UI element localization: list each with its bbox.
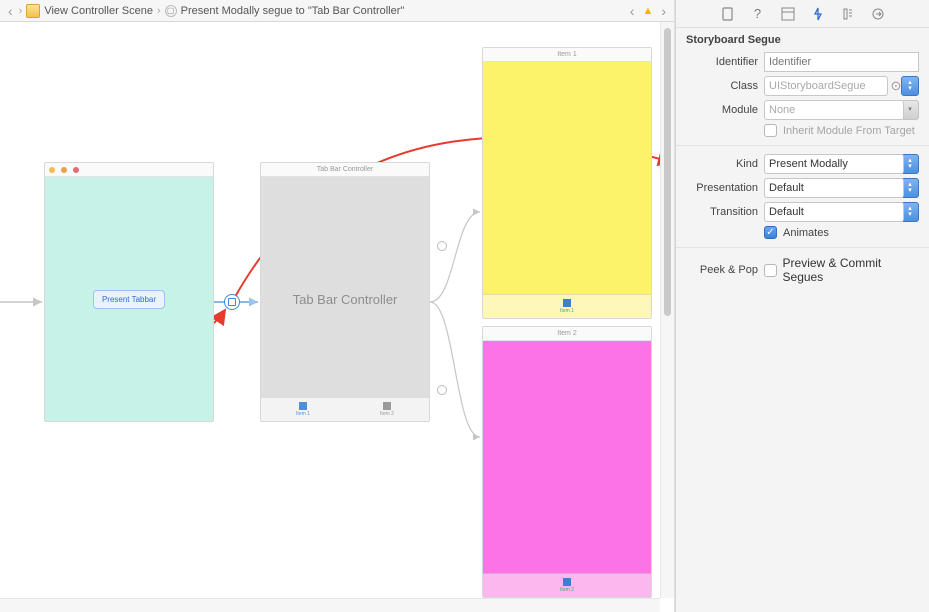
class-label: Class	[686, 80, 758, 92]
preview-commit-label: Preview & Commit Segues	[783, 256, 919, 284]
item2-tabbar: Item 2	[483, 573, 651, 597]
tbc-header: Tab Bar Controller	[261, 163, 429, 177]
scene-view-controller[interactable]: Present Tabbar	[44, 162, 214, 422]
tbc-tabbar: Item 1 Item 2	[261, 397, 429, 421]
presentation-label: Presentation	[686, 182, 758, 194]
back-icon[interactable]: ‹	[6, 3, 15, 19]
item2-header: Item 2	[483, 327, 651, 341]
segue-icon: ▢	[165, 5, 177, 17]
identifier-input[interactable]	[764, 52, 919, 72]
canvas-horizontal-scrollbar[interactable]	[0, 598, 660, 612]
relationship-knob-1[interactable]	[437, 241, 447, 251]
transition-select[interactable]: Default	[764, 202, 904, 222]
jump-bar: ‹ › View Controller Scene › ▢ Present Mo…	[0, 0, 674, 22]
storyboard-icon	[26, 4, 40, 18]
attributes-inspector-icon[interactable]	[810, 6, 826, 22]
scene-item-1[interactable]: Item 1 Item 1	[482, 47, 652, 319]
tbc-tab-2: Item 2	[345, 398, 429, 421]
segue-knob[interactable]	[224, 294, 240, 310]
item1-header: Item 1	[483, 48, 651, 62]
item1-content	[483, 62, 651, 294]
tbc-body-label: Tab Bar Controller	[293, 292, 398, 307]
identifier-label: Identifier	[686, 56, 758, 68]
present-tabbar-button[interactable]: Present Tabbar	[93, 290, 165, 309]
scene-header	[45, 163, 213, 177]
presentation-select[interactable]: Default	[764, 178, 904, 198]
peekpop-label: Peek & Pop	[686, 264, 758, 276]
animates-checkbox[interactable]: ✓	[764, 226, 777, 239]
connections-inspector-icon[interactable]	[870, 6, 886, 22]
scene-tab-bar-controller[interactable]: Tab Bar Controller Tab Bar Controller It…	[260, 162, 430, 422]
section-title: Storyboard Segue	[676, 28, 929, 50]
kind-select[interactable]: Present Modally	[764, 154, 904, 174]
class-dropdown-icon[interactable]: ▴▾	[901, 76, 919, 96]
first-responder-icon	[61, 167, 67, 173]
preview-commit-checkbox[interactable]	[764, 264, 777, 277]
class-select[interactable]: UIStoryboardSegue	[764, 76, 888, 96]
animates-label: Animates	[783, 227, 829, 239]
inspector-tab-bar: ?	[676, 0, 929, 28]
kind-label: Kind	[686, 158, 758, 170]
canvas-pane: ‹ › View Controller Scene › ▢ Present Mo…	[0, 0, 675, 612]
prev-issue-icon[interactable]: ‹	[628, 3, 637, 19]
item1-tabbar: Item 1	[483, 294, 651, 318]
transition-label: Transition	[686, 206, 758, 218]
scene-icon	[49, 167, 55, 173]
size-inspector-icon[interactable]	[840, 6, 856, 22]
inspector-panel: ? Storyboard Segue Identifier Class UISt…	[675, 0, 929, 612]
module-select[interactable]: None	[764, 100, 904, 120]
relationship-knob-2[interactable]	[437, 385, 447, 395]
jumpbar-scene[interactable]: View Controller Scene	[44, 5, 153, 17]
canvas-vertical-scrollbar[interactable]	[660, 22, 674, 598]
help-inspector-icon[interactable]: ?	[750, 6, 766, 22]
storyboard-canvas[interactable]: Present Tabbar Tab Bar Controller Tab Ba…	[0, 22, 674, 612]
exit-icon	[73, 167, 79, 173]
module-label: Module	[686, 104, 758, 116]
tbc-tab-1: Item 1	[261, 398, 345, 421]
file-inspector-icon[interactable]	[720, 6, 736, 22]
inherit-module-checkbox[interactable]	[764, 124, 777, 137]
inspector-body: Storyboard Segue Identifier Class UIStor…	[676, 28, 929, 612]
inherit-module-label: Inherit Module From Target	[783, 125, 915, 137]
scene-item-2[interactable]: Item 2 Item 2	[482, 326, 652, 598]
warning-icon[interactable]: ▲	[642, 5, 653, 17]
next-issue-icon[interactable]: ›	[659, 3, 668, 19]
identity-inspector-icon[interactable]	[780, 6, 796, 22]
item2-content	[483, 341, 651, 573]
jumpbar-segue[interactable]: Present Modally segue to "Tab Bar Contro…	[181, 5, 405, 17]
